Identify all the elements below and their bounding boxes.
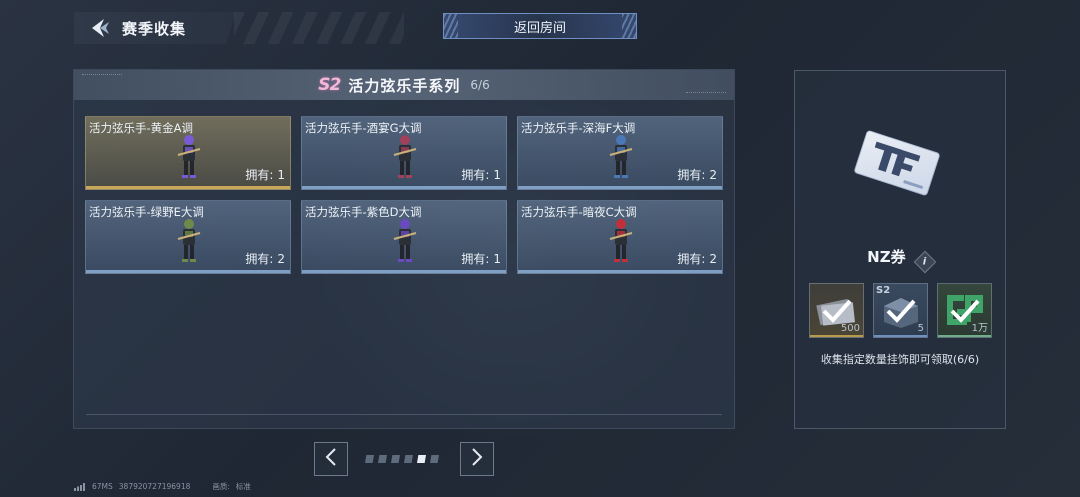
owned-value: 1 xyxy=(493,168,501,182)
ping-value: 67MS xyxy=(92,482,113,491)
page-dot[interactable] xyxy=(404,455,413,463)
collection-card[interactable]: 活力弦乐手-紫色D大调 拥有: 1 xyxy=(301,200,507,274)
page-dot[interactable] xyxy=(365,455,374,463)
owned-label: 拥有: xyxy=(245,168,274,182)
page-dot[interactable] xyxy=(378,455,387,463)
tier-amount: 500 xyxy=(840,323,860,334)
owned-label: 拥有: xyxy=(461,252,490,266)
page-dot[interactable] xyxy=(417,455,426,463)
collection-panel: S2 活力弦乐手系列 6/6 活力弦乐手-黄金A调 拥有: 1 活力弦乐手-酒宴G大调… xyxy=(73,69,735,429)
character-figure-icon xyxy=(174,217,204,265)
reward-name: NZ券 xyxy=(867,248,906,266)
collection-card[interactable]: 活力弦乐手-深海F大调 拥有: 2 xyxy=(517,116,723,190)
page-title: 赛季收集 xyxy=(122,19,187,38)
panel-divider xyxy=(86,414,722,415)
owned-count: 拥有: 2 xyxy=(677,166,717,183)
header-deco-right xyxy=(686,92,726,95)
prev-page-button[interactable] xyxy=(314,442,348,476)
tier-amount: 1万 xyxy=(971,323,988,334)
collection-card[interactable]: 活力弦乐手-暗夜C大调 拥有: 2 xyxy=(517,200,723,274)
owned-count: 拥有: 2 xyxy=(677,250,717,267)
page-dot[interactable] xyxy=(391,455,400,463)
owned-count: 拥有: 1 xyxy=(245,166,285,183)
quality-value: 标准 xyxy=(235,482,251,491)
season-badge: S2 xyxy=(318,75,341,95)
character-figure-icon xyxy=(390,217,420,265)
next-page-button[interactable] xyxy=(460,442,494,476)
check-icon xyxy=(820,296,854,326)
character-figure-icon xyxy=(174,133,204,181)
owned-value: 2 xyxy=(709,168,717,182)
reward-panel: NZ券 i 500 S2 5 1万 收集指定数量挂饰即可领取(6/6) xyxy=(794,70,1006,429)
quality-label: 画质: xyxy=(212,482,230,491)
card-accent-bar xyxy=(518,186,722,189)
owned-value: 1 xyxy=(277,168,285,182)
reward-name-row: NZ券 i xyxy=(795,246,1005,273)
return-room-button[interactable]: 返回房间 xyxy=(443,13,637,39)
owned-label: 拥有: xyxy=(461,168,490,182)
back-arrow-icon xyxy=(88,17,110,39)
header-deco-left xyxy=(82,74,122,77)
player-id: 387920727196918 xyxy=(118,482,191,491)
header-decoration xyxy=(234,12,404,44)
owned-value: 2 xyxy=(709,252,717,266)
owned-value: 2 xyxy=(277,252,285,266)
card-accent-bar xyxy=(86,186,290,189)
card-accent-bar xyxy=(518,270,722,273)
series-title: 活力弦乐手系列 xyxy=(348,76,461,95)
owned-count: 拥有: 1 xyxy=(461,250,501,267)
nz-coupon-image xyxy=(851,123,943,203)
return-room-label: 返回房间 xyxy=(513,20,566,36)
reward-tier-2[interactable]: S2 5 xyxy=(873,283,928,338)
reward-tier-3[interactable]: 1万 xyxy=(937,283,992,338)
network-icon xyxy=(74,482,86,491)
owned-value: 1 xyxy=(493,252,501,266)
owned-label: 拥有: xyxy=(245,252,274,266)
card-accent-bar xyxy=(302,186,506,189)
character-figure-icon xyxy=(606,133,636,181)
character-figure-icon xyxy=(390,133,420,181)
reward-tier-1[interactable]: 500 xyxy=(809,283,864,338)
chevron-right-icon xyxy=(470,447,484,471)
page-indicator xyxy=(365,455,439,463)
owned-label: 拥有: xyxy=(677,252,706,266)
owned-count: 拥有: 2 xyxy=(245,250,285,267)
series-header: S2 活力弦乐手系列 6/6 xyxy=(74,70,734,100)
tier-amount: 5 xyxy=(917,323,924,334)
series-count: 6/6 xyxy=(470,78,490,92)
owned-count: 拥有: 1 xyxy=(461,166,501,183)
collection-card[interactable]: 活力弦乐手-绿野E大调 拥有: 2 xyxy=(85,200,291,274)
back-button[interactable]: 赛季收集 xyxy=(74,12,236,44)
collection-card[interactable]: 活力弦乐手-酒宴G大调 拥有: 1 xyxy=(301,116,507,190)
collection-card[interactable]: 活力弦乐手-黄金A调 拥有: 1 xyxy=(85,116,291,190)
character-figure-icon xyxy=(606,217,636,265)
chevron-left-icon xyxy=(324,447,338,471)
card-accent-bar xyxy=(86,270,290,273)
status-footer: 67MS 387920727196918 画质: 标准 xyxy=(74,481,251,492)
page-dot[interactable] xyxy=(430,455,439,463)
card-accent-bar xyxy=(302,270,506,273)
reward-description: 收集指定数量挂饰即可领取(6/6) xyxy=(820,353,980,366)
check-icon xyxy=(884,296,918,326)
owned-label: 拥有: xyxy=(677,168,706,182)
info-icon[interactable]: i xyxy=(913,250,937,273)
reward-tiers: 500 S2 5 1万 xyxy=(809,283,992,338)
